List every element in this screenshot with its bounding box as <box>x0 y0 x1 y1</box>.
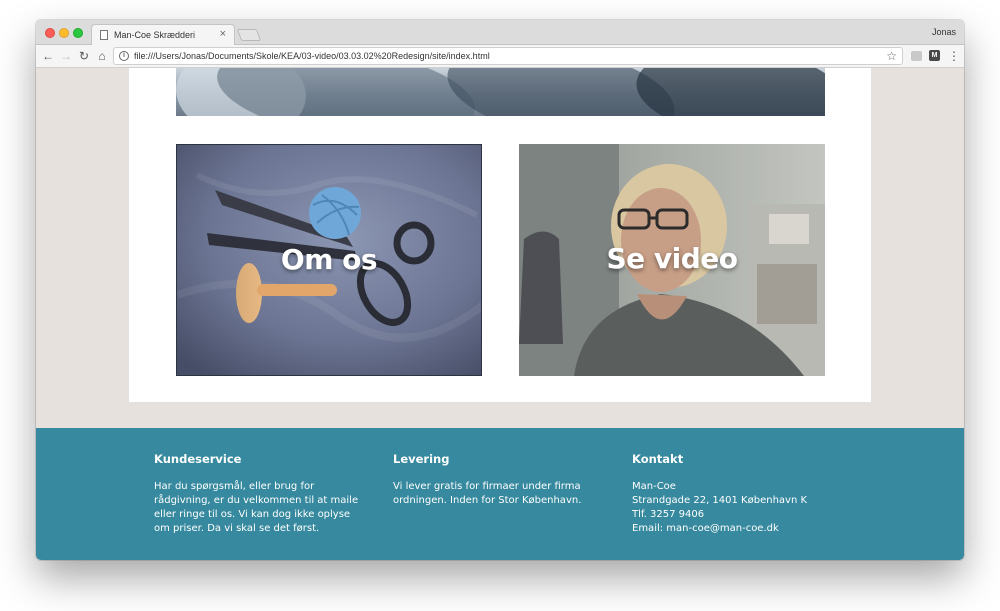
tab-man-coe[interactable]: Man-Coe Skrædderi × <box>91 24 235 46</box>
video-label: Se video <box>606 242 738 275</box>
contact-email[interactable]: Email: man-coe@man-coe.dk <box>632 522 847 536</box>
close-window-button[interactable] <box>45 28 55 38</box>
zoom-window-button[interactable] <box>73 28 83 38</box>
bookmark-star-icon[interactable]: ☆ <box>886 49 897 63</box>
address-bar[interactable]: i file:///Users/Jonas/Documents/Skole/KE… <box>113 47 903 65</box>
contact-phone[interactable]: Tlf. 3257 9406 <box>632 508 847 522</box>
delivery-heading: Levering <box>393 452 450 466</box>
info-icon[interactable]: i <box>119 51 129 61</box>
hero-image <box>176 68 825 116</box>
tab-bar: Man-Coe Skrædderi × Jonas <box>36 20 964 46</box>
contact-company: Man-Coe <box>632 481 676 492</box>
customer-service-column: Kundeservice Har du spørgsmål, eller bru… <box>154 452 369 536</box>
customer-service-text: Har du spørgsmål, eller brug for rådgivn… <box>154 481 359 534</box>
home-icon[interactable]: ⌂ <box>94 48 110 64</box>
contact-address: Strandgade 22, 1401 København K <box>632 495 808 506</box>
back-arrow-icon[interactable]: ← <box>40 48 56 64</box>
browser-toolbar: ← → ↻ ⌂ i file:///Users/Jonas/Documents/… <box>36 45 964 68</box>
contact-heading: Kontakt <box>632 452 684 466</box>
delivery-text: Vi lever gratis for firmaer under firma … <box>393 481 582 506</box>
forward-arrow-icon[interactable]: → <box>58 48 74 64</box>
tab-close-icon[interactable]: × <box>220 28 226 40</box>
customer-service-heading: Kundeservice <box>154 452 242 466</box>
site-footer: Kundeservice Har du spørgsmål, eller bru… <box>36 428 964 560</box>
video-card-link[interactable]: Se video <box>519 144 825 376</box>
extension-m-icon[interactable]: M <box>929 50 940 61</box>
contact-column: Kontakt Man-Coe Strandgade 22, 1401 Købe… <box>632 452 847 536</box>
about-card-link[interactable]: Om os <box>176 144 482 376</box>
url-text[interactable]: file:///Users/Jonas/Documents/Skole/KEA/… <box>134 51 490 61</box>
tab-title: Man-Coe Skrædderi <box>114 30 196 40</box>
content-box: Om os Se video <box>129 68 871 402</box>
minimize-window-button[interactable] <box>59 28 69 38</box>
new-tab-button[interactable] <box>236 29 262 41</box>
browser-window: Man-Coe Skrædderi × Jonas ← → ↻ ⌂ i file… <box>36 20 964 560</box>
browser-menu-icon[interactable]: ⋮ <box>948 49 960 63</box>
document-icon <box>100 30 108 40</box>
about-label: Om os <box>280 243 378 276</box>
extension-icon[interactable] <box>911 51 922 61</box>
delivery-column: Levering Vi lever gratis for firmaer und… <box>393 452 608 508</box>
profile-name[interactable]: Jonas <box>932 27 956 37</box>
web-page: Om os Se video Kundeservice Har du spørg… <box>36 68 964 560</box>
reload-icon[interactable]: ↻ <box>76 48 92 64</box>
